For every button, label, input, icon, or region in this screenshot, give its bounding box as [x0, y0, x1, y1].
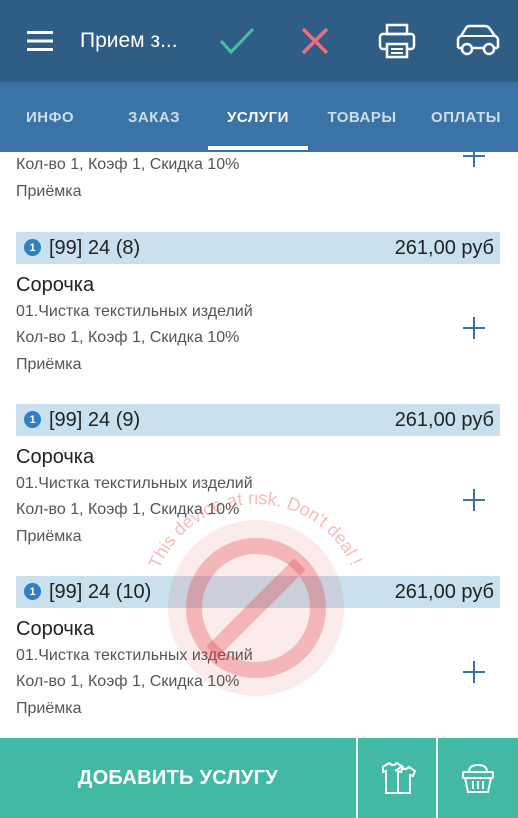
item-name: Сорочка	[16, 446, 95, 468]
item-header: 1 [99] 24 (8) 261,00 руб	[16, 232, 500, 264]
add-service-button[interactable]: ДОБАВИТЬ УСЛУГУ	[0, 738, 356, 818]
item-details: Кол-во 1, Коэф 1, Скидка 10%	[16, 329, 240, 346]
item-code: [99] 24 (9)	[49, 409, 141, 431]
info-badge-icon: 1	[24, 239, 41, 256]
tab-order[interactable]: ЗАКАЗ	[104, 82, 204, 152]
add-icon[interactable]	[460, 658, 488, 686]
item-name: Сорочка	[16, 274, 95, 296]
delivery-button[interactable]	[452, 0, 504, 82]
item-service: 01.Чистка текстильных изделий	[16, 647, 253, 664]
info-badge-icon: 1	[24, 583, 41, 600]
tab-bar: ИНФО ЗАКАЗ УСЛУГИ ТОВАРЫ ОПЛАТЫ	[0, 82, 518, 152]
active-tab-indicator	[208, 146, 308, 150]
shirts-icon	[382, 761, 417, 794]
item-status: Приёмка	[16, 183, 82, 200]
confirm-button[interactable]	[212, 0, 262, 82]
info-badge-icon: 1	[24, 411, 41, 428]
bottom-action-bar: ДОБАВИТЬ УСЛУГУ	[0, 738, 518, 818]
item-header: 1 [99] 24 (10) 261,00 руб	[16, 576, 500, 608]
basket-icon	[462, 763, 494, 793]
tab-services[interactable]: УСЛУГИ	[208, 82, 308, 152]
item-status: Приёмка	[16, 356, 82, 373]
tab-payments[interactable]: ОПЛАТЫ	[418, 82, 514, 152]
basket-button[interactable]	[438, 738, 518, 818]
menu-icon	[27, 31, 53, 51]
add-icon[interactable]	[460, 152, 488, 170]
item-status: Приёмка	[16, 700, 82, 717]
item-header: 1 [99] 24 (9) 261,00 руб	[16, 404, 500, 436]
services-list[interactable]: Кол-во 1, Коэф 1, Скидка 10% Приёмка 1 […	[0, 152, 518, 738]
add-icon[interactable]	[460, 486, 488, 514]
item-code: [99] 24 (10)	[49, 581, 152, 603]
add-icon[interactable]	[460, 314, 488, 342]
item-name: Сорочка	[16, 618, 95, 640]
item-details: Кол-во 1, Коэф 1, Скидка 10%	[16, 156, 240, 173]
tab-info[interactable]: ИНФО	[0, 82, 100, 152]
page-title: Прием з...	[80, 29, 178, 52]
item-price: 261,00 руб	[394, 237, 494, 259]
close-icon	[301, 27, 329, 55]
clothes-button[interactable]	[358, 738, 436, 818]
print-button[interactable]	[372, 0, 422, 82]
item-price: 261,00 руб	[394, 581, 494, 603]
item-price: 261,00 руб	[394, 409, 494, 431]
item-status: Приёмка	[16, 528, 82, 545]
item-service: 01.Чистка текстильных изделий	[16, 475, 253, 492]
item-code: [99] 24 (8)	[49, 237, 141, 259]
item-service: 01.Чистка текстильных изделий	[16, 303, 253, 320]
item-details: Кол-во 1, Коэф 1, Скидка 10%	[16, 673, 240, 690]
menu-button[interactable]	[18, 0, 62, 82]
cancel-button[interactable]	[290, 0, 340, 82]
print-icon	[378, 23, 416, 59]
car-icon	[456, 24, 500, 56]
top-toolbar: Прием з...	[0, 0, 518, 82]
item-details: Кол-во 1, Коэф 1, Скидка 10%	[16, 501, 240, 518]
check-icon	[219, 27, 255, 55]
tab-goods[interactable]: ТОВАРЫ	[312, 82, 412, 152]
